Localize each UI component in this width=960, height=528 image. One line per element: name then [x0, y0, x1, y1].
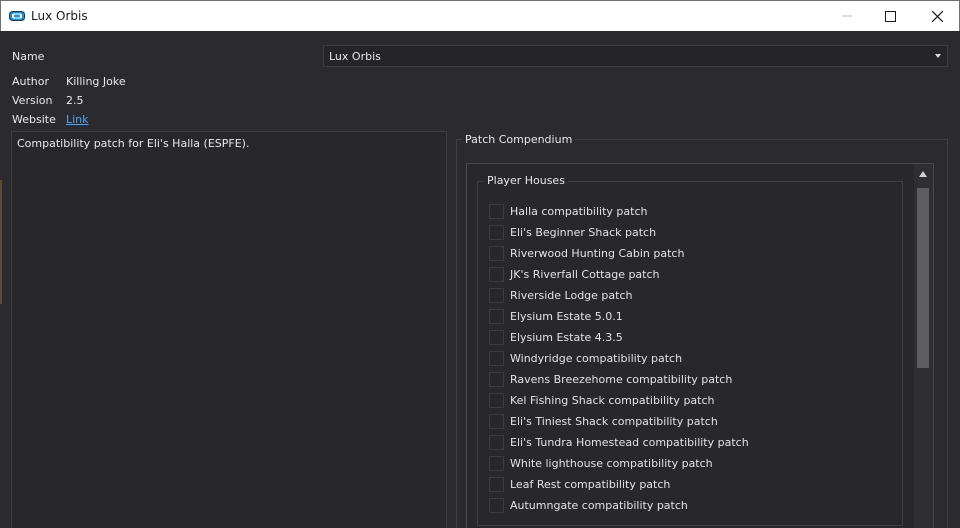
version-label: Version [12, 94, 53, 107]
patch-list-item[interactable]: Halla compatibility patch [489, 203, 647, 219]
patch-label: Eli's Tundra Homestead compatibility pat… [510, 435, 749, 449]
patch-label: Elysium Estate 4.3.5 [510, 330, 623, 344]
scroll-up-arrow-icon[interactable] [919, 171, 927, 177]
scrollbar-thumb[interactable] [917, 188, 929, 368]
patch-checkbox[interactable] [489, 455, 504, 471]
patch-list-item[interactable]: White lighthouse compatibility patch [489, 455, 713, 471]
description-box[interactable]: Compatibility patch for Eli's Halla (ESP… [11, 131, 447, 528]
maximize-button[interactable] [867, 1, 913, 31]
chevron-down-icon [935, 54, 941, 58]
description-text: Compatibility patch for Eli's Halla (ESP… [17, 137, 250, 150]
patch-list-item[interactable]: Riverside Lodge patch [489, 287, 632, 303]
patch-list-item[interactable]: Elysium Estate 4.3.5 [489, 329, 623, 345]
patch-label: Kel Fishing Shack compatibility patch [510, 393, 715, 407]
patch-checkbox[interactable] [489, 224, 504, 240]
name-dropdown[interactable]: Lux Orbis [323, 45, 948, 67]
patch-label: White lighthouse compatibility patch [510, 456, 713, 470]
patch-label: Eli's Beginner Shack patch [510, 225, 657, 239]
window-edge-accent [0, 180, 2, 304]
patch-list-item[interactable]: Elysium Estate 5.0.1 [489, 308, 623, 324]
patch-checkbox[interactable] [489, 392, 504, 408]
title-bar: Lux Orbis [0, 0, 960, 31]
patch-label: Riverwood Hunting Cabin patch [510, 246, 685, 260]
author-value: Killing Joke [66, 75, 126, 88]
patch-label: Halla compatibility patch [510, 204, 648, 218]
name-label: Name [12, 50, 45, 63]
patch-list-item[interactable]: Windyridge compatibility patch [489, 350, 682, 366]
patch-checkbox[interactable] [489, 287, 504, 303]
patch-checkbox[interactable] [489, 308, 504, 324]
patch-label: Eli's Tiniest Shack compatibility patch [510, 414, 718, 428]
website-link[interactable]: Link [66, 113, 89, 126]
website-label: Website [12, 113, 56, 126]
patch-list-item[interactable]: Autumngate compatibility patch [489, 497, 688, 513]
minimize-icon [842, 15, 852, 17]
patch-checkbox[interactable] [489, 329, 504, 345]
patch-list-item[interactable]: JK's Riverfall Cottage patch [489, 266, 660, 282]
patch-label: Windyridge compatibility patch [510, 351, 683, 365]
patch-list-item[interactable]: Kel Fishing Shack compatibility patch [489, 392, 715, 408]
close-button[interactable] [914, 1, 960, 31]
patch-checkbox[interactable] [489, 350, 504, 366]
patch-list-item[interactable]: Eli's Beginner Shack patch [489, 224, 656, 240]
maximize-icon [884, 10, 896, 22]
patch-label: Leaf Rest compatibility patch [510, 477, 671, 491]
patch-label: Riverside Lodge patch [510, 288, 633, 302]
patch-list-item[interactable]: Riverwood Hunting Cabin patch [489, 245, 684, 261]
patch-label: Autumngate compatibility patch [510, 498, 688, 512]
patch-list-item[interactable]: Leaf Rest compatibility patch [489, 476, 670, 492]
patch-checkbox[interactable] [489, 413, 504, 429]
version-value: 2.5 [66, 94, 84, 107]
minimize-button[interactable] [824, 1, 870, 31]
patch-checkbox[interactable] [489, 476, 504, 492]
player-houses-title: Player Houses [484, 174, 568, 187]
patch-list-item[interactable]: Eli's Tiniest Shack compatibility patch [489, 413, 718, 429]
author-label: Author [12, 75, 50, 88]
patch-checkbox[interactable] [489, 497, 504, 513]
patch-label: JK's Riverfall Cottage patch [510, 267, 660, 281]
patch-label: Ravens Breezehome compatibility patch [510, 372, 733, 386]
app-icon [9, 11, 25, 21]
patch-list-item[interactable]: Ravens Breezehome compatibility patch [489, 371, 732, 387]
close-icon [931, 10, 943, 22]
scrollbar[interactable] [914, 164, 933, 528]
patch-checkbox[interactable] [489, 245, 504, 261]
patch-checkbox[interactable] [489, 203, 504, 219]
patch-label: Elysium Estate 5.0.1 [510, 309, 623, 323]
patch-checkbox[interactable] [489, 371, 504, 387]
window-title: Lux Orbis [31, 9, 88, 23]
patch-checkbox[interactable] [489, 434, 504, 450]
name-dropdown-value: Lux Orbis [329, 50, 381, 63]
patch-compendium-title: Patch Compendium [462, 133, 576, 146]
patch-list-item[interactable]: Eli's Tundra Homestead compatibility pat… [489, 434, 749, 450]
patch-checkbox[interactable] [489, 266, 504, 282]
